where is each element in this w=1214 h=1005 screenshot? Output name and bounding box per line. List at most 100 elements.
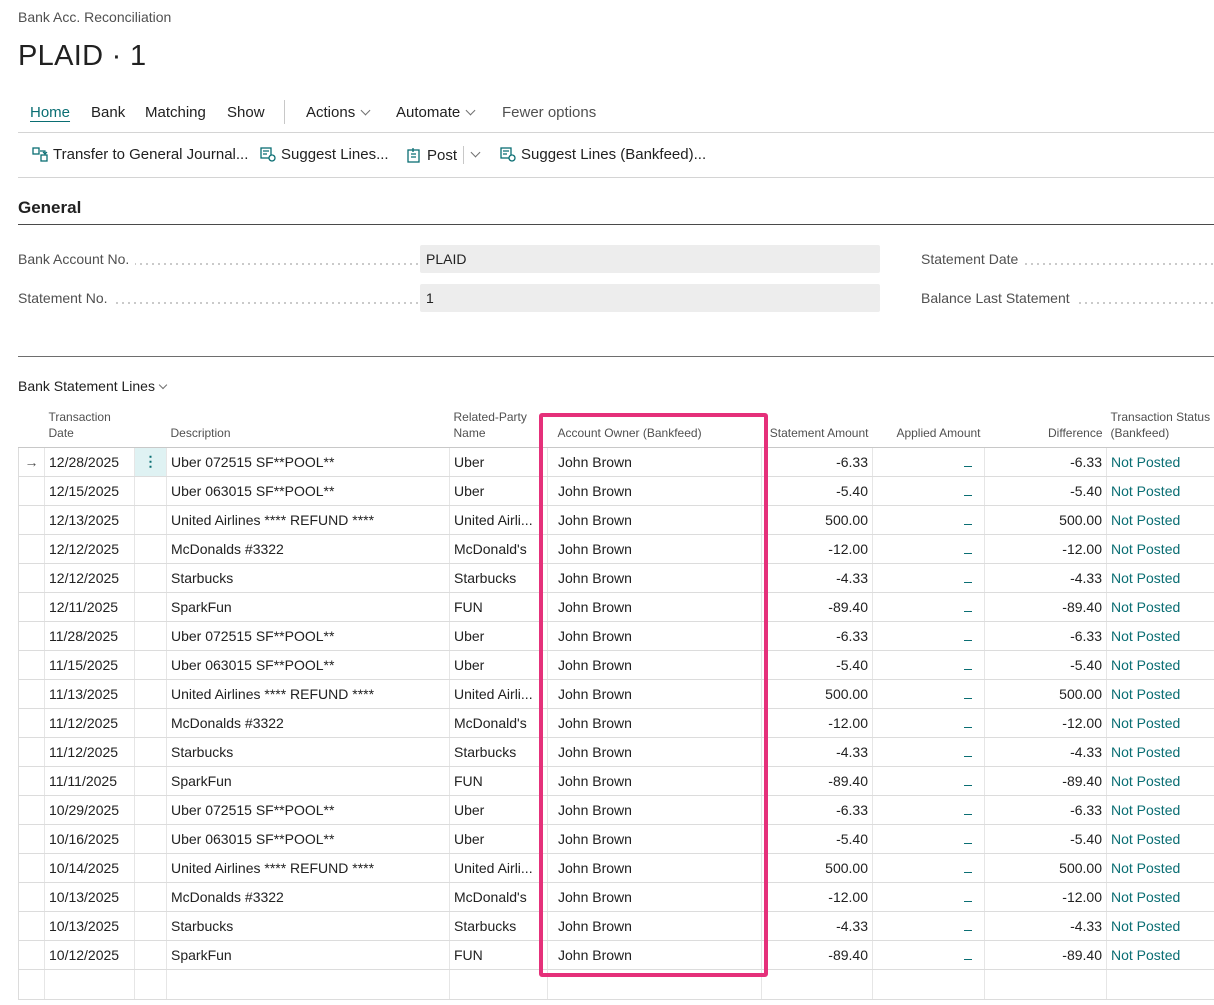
description-cell[interactable]: McDonalds #3322	[166, 882, 450, 912]
general-section-title[interactable]: General	[18, 198, 81, 218]
applied-amount-cell[interactable]	[872, 824, 985, 854]
transaction-status-cell[interactable]: Not Posted	[1106, 708, 1214, 738]
row-actions-cell[interactable]	[134, 795, 167, 825]
statement-amount-cell[interactable]: -5.40	[761, 650, 873, 680]
suggest-lines-bankfeed-button[interactable]: Suggest Lines (Bankfeed)...	[500, 146, 706, 163]
account-owner-cell[interactable]: John Brown	[547, 592, 762, 622]
applied-amount-empty-link[interactable]	[964, 871, 972, 873]
statement-amount-cell[interactable]: -89.40	[761, 940, 873, 970]
applied-amount-empty-link[interactable]	[964, 668, 972, 670]
account-owner-cell[interactable]: John Brown	[547, 476, 762, 506]
description-cell[interactable]: Uber 072515 SF**POOL**	[166, 795, 450, 825]
related-party-cell[interactable]: Uber	[449, 476, 548, 506]
empty-cell[interactable]	[872, 969, 985, 1000]
actions-menu[interactable]: Actions	[306, 104, 371, 121]
transaction-status-cell[interactable]: Not Posted	[1106, 911, 1214, 941]
statement-amount-cell[interactable]: -12.00	[761, 882, 873, 912]
account-owner-cell[interactable]: John Brown	[547, 940, 762, 970]
transaction-date-cell[interactable]: 12/12/2025	[44, 534, 135, 564]
description-cell[interactable]: Starbucks	[166, 911, 450, 941]
applied-amount-empty-link[interactable]	[964, 465, 972, 467]
tab-home[interactable]: Home	[30, 104, 70, 121]
applied-amount-cell[interactable]	[872, 621, 985, 651]
related-party-cell[interactable]: Starbucks	[449, 911, 548, 941]
transaction-status-cell[interactable]: Not Posted	[1106, 476, 1214, 506]
applied-amount-empty-link[interactable]	[964, 523, 972, 525]
column-header-related-party-name[interactable]: Related-Party Name	[449, 398, 548, 448]
transaction-date-cell[interactable]: 11/15/2025	[44, 650, 135, 680]
description-cell[interactable]: Uber 063015 SF**POOL**	[166, 824, 450, 854]
account-owner-cell[interactable]: John Brown	[547, 708, 762, 738]
statement-amount-cell[interactable]: -4.33	[761, 737, 873, 767]
description-cell[interactable]: United Airlines **** REFUND ****	[166, 505, 450, 535]
table-row[interactable]: 10/13/2025 McDonalds #3322 McDonald's John …	[18, 882, 1214, 912]
applied-amount-cell[interactable]	[872, 766, 985, 796]
related-party-cell[interactable]: Starbucks	[449, 563, 548, 593]
empty-cell[interactable]	[134, 969, 167, 1000]
related-party-cell[interactable]: United Airli...	[449, 679, 548, 709]
row-actions-cell[interactable]	[134, 766, 167, 796]
transaction-date-cell[interactable]: 11/11/2025	[44, 766, 135, 796]
table-row[interactable]: 11/11/2025 SparkFun FUN John Brown -89.40 -89…	[18, 766, 1214, 796]
transaction-status-cell[interactable]: Not Posted	[1106, 650, 1214, 680]
transaction-date-cell[interactable]: 10/29/2025	[44, 795, 135, 825]
empty-cell[interactable]	[44, 969, 135, 1000]
transaction-status-cell[interactable]: Not Posted	[1106, 592, 1214, 622]
statement-amount-cell[interactable]: -4.33	[761, 911, 873, 941]
account-owner-cell[interactable]: John Brown	[547, 563, 762, 593]
applied-amount-cell[interactable]	[872, 592, 985, 622]
account-owner-cell[interactable]: John Brown	[547, 853, 762, 883]
row-actions-cell[interactable]	[134, 911, 167, 941]
account-owner-cell[interactable]: John Brown	[547, 534, 762, 564]
transaction-date-cell[interactable]: 10/16/2025	[44, 824, 135, 854]
transaction-status-cell[interactable]: Not Posted	[1106, 940, 1214, 970]
table-row[interactable]: 11/28/2025 Uber 072515 SF**POOL** Uber John…	[18, 621, 1214, 651]
applied-amount-empty-link[interactable]	[964, 639, 972, 641]
row-actions-cell[interactable]	[134, 882, 167, 912]
related-party-cell[interactable]: McDonald's	[449, 708, 548, 738]
related-party-cell[interactable]: Uber	[449, 824, 548, 854]
description-cell[interactable]: McDonalds #3322	[166, 708, 450, 738]
row-actions-cell[interactable]: ⋮	[134, 447, 167, 477]
row-actions-cell[interactable]	[134, 650, 167, 680]
post-button[interactable]: Post	[406, 146, 481, 164]
applied-amount-empty-link[interactable]	[964, 755, 972, 757]
description-cell[interactable]: Uber 072515 SF**POOL**	[166, 447, 450, 477]
applied-amount-cell[interactable]	[872, 737, 985, 767]
applied-amount-cell[interactable]	[872, 795, 985, 825]
empty-cell[interactable]	[984, 969, 1107, 1000]
transaction-status-cell[interactable]: Not Posted	[1106, 621, 1214, 651]
empty-cell[interactable]	[166, 969, 450, 1000]
account-owner-cell[interactable]: John Brown	[547, 795, 762, 825]
account-owner-cell[interactable]: John Brown	[547, 505, 762, 535]
account-owner-cell[interactable]: John Brown	[547, 824, 762, 854]
bank-account-no-field[interactable]: PLAID	[420, 245, 880, 273]
description-cell[interactable]: Uber 063015 SF**POOL**	[166, 650, 450, 680]
transaction-date-cell[interactable]: 12/11/2025	[44, 592, 135, 622]
tab-show[interactable]: Show	[227, 104, 265, 121]
statement-amount-cell[interactable]: -6.33	[761, 795, 873, 825]
column-header-account-owner[interactable]: Account Owner (Bankfeed)	[547, 398, 762, 448]
applied-amount-empty-link[interactable]	[964, 726, 972, 728]
transaction-date-cell[interactable]: 12/28/2025	[44, 447, 135, 477]
suggest-lines-button[interactable]: Suggest Lines...	[260, 146, 389, 163]
row-actions-cell[interactable]	[134, 505, 167, 535]
transaction-status-cell[interactable]: Not Posted	[1106, 766, 1214, 796]
column-header-statement-amount[interactable]: Statement Amount	[761, 398, 873, 448]
applied-amount-cell[interactable]	[872, 447, 985, 477]
transaction-status-cell[interactable]: Not Posted	[1106, 563, 1214, 593]
applied-amount-empty-link[interactable]	[964, 842, 972, 844]
applied-amount-empty-link[interactable]	[964, 784, 972, 786]
transaction-date-cell[interactable]: 11/12/2025	[44, 708, 135, 738]
applied-amount-empty-link[interactable]	[964, 697, 972, 699]
description-cell[interactable]: United Airlines **** REFUND ****	[166, 679, 450, 709]
transaction-date-cell[interactable]: 11/28/2025	[44, 621, 135, 651]
applied-amount-cell[interactable]	[872, 679, 985, 709]
applied-amount-cell[interactable]	[872, 505, 985, 535]
row-actions-cell[interactable]	[134, 853, 167, 883]
transaction-date-cell[interactable]: 10/12/2025	[44, 940, 135, 970]
transaction-status-cell[interactable]: Not Posted	[1106, 824, 1214, 854]
statement-amount-cell[interactable]: -89.40	[761, 766, 873, 796]
transaction-status-cell[interactable]: Not Posted	[1106, 679, 1214, 709]
related-party-cell[interactable]: McDonald's	[449, 534, 548, 564]
